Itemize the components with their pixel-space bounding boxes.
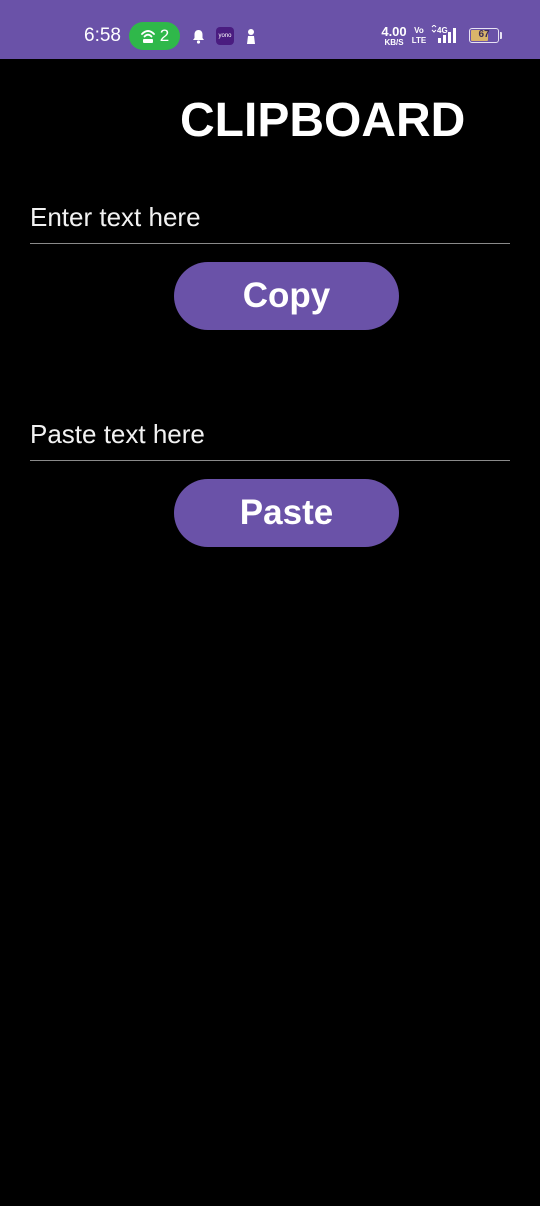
volte-bottom: LTE bbox=[411, 36, 427, 45]
paste-button[interactable]: Paste bbox=[174, 479, 399, 547]
profile-icon bbox=[247, 29, 255, 44]
yono-label: yono bbox=[218, 33, 232, 39]
signal-icon: 4G bbox=[431, 25, 456, 43]
network-speed: 4.00 KB/S bbox=[379, 24, 409, 47]
status-time: 6:58 bbox=[84, 25, 121, 46]
hotspot-indicator: 2 bbox=[129, 22, 180, 50]
page-title: CLIPBOARD bbox=[180, 94, 466, 147]
network-speed-value: 4.00 bbox=[381, 24, 407, 39]
volte-top: Vo bbox=[414, 26, 424, 35]
volte-indicator: Vo LTE bbox=[411, 26, 427, 46]
battery-icon: 67 bbox=[469, 28, 499, 43]
hotspot-count: 2 bbox=[159, 26, 170, 45]
battery-level: 67 bbox=[478, 29, 490, 40]
bell-icon bbox=[193, 30, 204, 44]
copy-text-field bbox=[30, 192, 510, 244]
hotspot-icon bbox=[140, 30, 155, 43]
copy-button[interactable]: Copy bbox=[174, 262, 399, 330]
network-speed-unit: KB/S bbox=[384, 38, 404, 47]
yono-app-icon: yono bbox=[216, 27, 234, 45]
app-screen: 6:58 2 yono 4.00 KB/S Vo LTE 4G 67 CLIPB… bbox=[0, 0, 540, 1206]
paste-text-field bbox=[30, 409, 510, 461]
copy-text-input[interactable] bbox=[30, 192, 510, 243]
status-bar: 6:58 2 yono 4.00 KB/S Vo LTE 4G 67 bbox=[0, 0, 540, 59]
paste-text-input[interactable] bbox=[30, 409, 510, 460]
battery-tip bbox=[500, 32, 502, 39]
network-type-label: 4G bbox=[437, 26, 448, 35]
